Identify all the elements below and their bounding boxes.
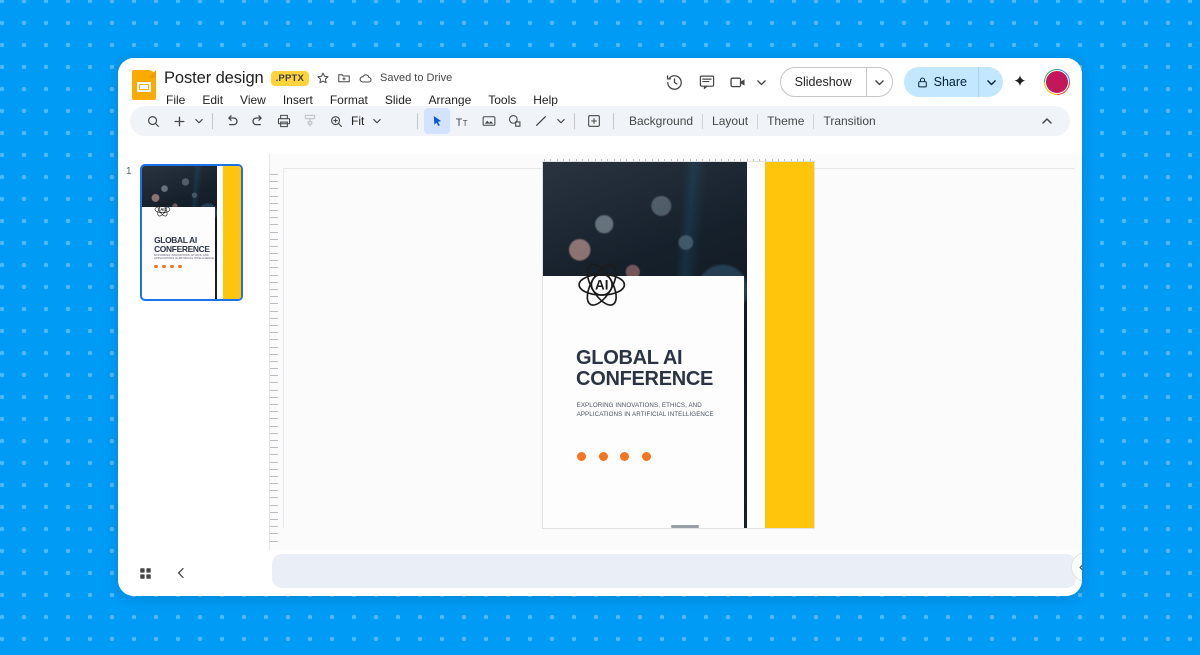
poster-dot	[154, 265, 158, 269]
slideshow-label: Slideshow	[794, 75, 852, 89]
zoom-icon[interactable]	[323, 108, 349, 134]
line-dropdown-caret[interactable]	[554, 108, 568, 134]
poster-dot	[162, 265, 166, 269]
meet-control	[724, 67, 770, 97]
workspace: 1 AI GLOBAL AI CONFERENCE EXPLORING INNO…	[118, 154, 1082, 596]
share-button[interactable]: Share	[903, 67, 1003, 97]
search-icon[interactable]	[140, 108, 166, 134]
video-camera-icon[interactable]	[724, 67, 754, 97]
filmstrip-row: 1 AI GLOBAL AI CONFERENCE EXPLORING INNO…	[118, 164, 270, 301]
poster-subtitle[interactable]: EXPLORING INNOVATIONS, ETHICS, AND APPLI…	[577, 402, 734, 418]
toolbar-divider	[212, 113, 213, 129]
share-dropdown-caret[interactable]	[978, 67, 1003, 97]
print-icon[interactable]	[271, 108, 297, 134]
zoom-dropdown-caret[interactable]	[370, 108, 384, 134]
poster-title-line2: CONFERENCE	[576, 368, 714, 391]
slide-canvas-area[interactable]: AI GLOBAL AI CONFERENCE EXPLORING INNOVA…	[270, 154, 1082, 550]
header-actions: Slideshow Share	[660, 67, 1070, 97]
cursor-select-icon[interactable]	[424, 108, 450, 134]
user-avatar[interactable]	[1044, 69, 1070, 95]
insert-image-icon[interactable]	[476, 108, 502, 134]
meet-dropdown-caret[interactable]	[754, 69, 770, 95]
undo-icon[interactable]	[219, 108, 245, 134]
poster-dot	[577, 451, 587, 461]
ai-atom-logo-icon-thumb: AI	[154, 201, 171, 218]
poster-yellow-bar[interactable]	[764, 162, 814, 528]
star-icon[interactable]	[316, 71, 330, 85]
poster-subtitle-line2: APPLICATIONS IN ARTIFICIAL INTELLIGENCE	[576, 410, 714, 418]
slide-number: 1	[126, 166, 132, 177]
active-slide[interactable]: AI GLOBAL AI CONFERENCE EXPLORING INNOVA…	[543, 162, 814, 528]
layout-button[interactable]: Layout	[703, 110, 757, 132]
slides-app-window: Poster design .PPTX Saved to Drive File …	[118, 58, 1082, 596]
poster-dot	[598, 451, 608, 461]
slide-filmstrip: 1 AI GLOBAL AI CONFERENCE EXPLORING INNO…	[118, 154, 270, 596]
poster-subtitle-line2-thumb: APPLICATIONS IN ARTIFICIAL INTELLIGENCE	[154, 257, 215, 261]
bottom-left-controls	[118, 562, 270, 584]
ai-atom-logo-icon[interactable]: AI	[576, 259, 627, 310]
bottom-bar	[118, 550, 1082, 596]
poster-title-line2-thumb: CONFERENCE	[154, 243, 210, 254]
grid-view-icon[interactable]	[134, 562, 156, 584]
format-badge: .PPTX	[270, 70, 310, 86]
poster-dots[interactable]	[577, 451, 651, 461]
background-button[interactable]: Background	[620, 110, 702, 132]
paint-format-icon[interactable]	[297, 108, 323, 134]
zoom-level-select[interactable]: Fit	[349, 108, 411, 134]
poster-dot	[178, 265, 182, 269]
app-header: Poster design .PPTX Saved to Drive File …	[118, 58, 1082, 107]
add-comment-icon[interactable]	[581, 108, 607, 134]
transition-button[interactable]: Transition	[814, 110, 884, 132]
ai-logo-text: AI	[595, 277, 608, 292]
poster-dot	[641, 451, 651, 461]
title-block: Poster design .PPTX Saved to Drive File …	[164, 66, 560, 110]
move-to-folder-icon[interactable]	[337, 71, 351, 85]
text-box-icon[interactable]: TT	[450, 108, 476, 134]
poster-title-thumb: GLOBAL AI CONFERENCE	[154, 235, 210, 254]
poster-artwork-thumb: AI GLOBAL AI CONFERENCE EXPLORING INNOVA…	[142, 166, 241, 299]
vertical-ruler	[270, 174, 281, 550]
save-status-text: Saved to Drive	[380, 72, 453, 84]
document-title[interactable]: Poster design	[164, 69, 264, 88]
toolbar-divider-4	[613, 113, 614, 129]
chevron-up-icon[interactable]	[1034, 108, 1060, 134]
notes-resize-handle[interactable]	[671, 525, 699, 528]
poster-subtitle-thumb: EXPLORING INNOVATIONS, ETHICS, AND APPLI…	[154, 254, 215, 261]
svg-text:T: T	[455, 116, 462, 128]
svg-text:AI: AI	[160, 207, 164, 212]
redo-icon[interactable]	[245, 108, 271, 134]
new-slide-plus-icon[interactable]	[166, 108, 192, 134]
poster-dots-thumb	[154, 265, 182, 269]
poster-dot	[170, 265, 174, 269]
title-row: Poster design .PPTX Saved to Drive	[164, 67, 560, 89]
main-toolbar: Fit TT Background Layout Theme Transitio…	[130, 106, 1070, 136]
share-label-wrap: Share	[904, 67, 978, 97]
poster-title-line1: GLOBAL AI	[576, 346, 683, 369]
speaker-notes-input[interactable]	[272, 554, 1076, 588]
slideshow-dropdown-caret[interactable]	[865, 68, 892, 96]
insert-shape-icon[interactable]	[502, 108, 528, 134]
poster-artwork: AI GLOBAL AI CONFERENCE EXPLORING INNOVA…	[543, 162, 814, 528]
gemini-sparkle-icon[interactable]	[1005, 67, 1035, 97]
slide-thumbnail-1[interactable]: AI GLOBAL AI CONFERENCE EXPLORING INNOVA…	[140, 164, 243, 301]
lock-icon	[917, 77, 927, 87]
poster-dot	[620, 451, 630, 461]
cloud-saved-icon	[358, 71, 373, 86]
theme-button[interactable]: Theme	[758, 110, 813, 132]
new-slide-dropdown-caret[interactable]	[192, 108, 206, 134]
comment-icon[interactable]	[692, 67, 722, 97]
slides-file-icon	[132, 70, 156, 100]
poster-subtitle-line1: EXPLORING INNOVATIONS, ETHICS, AND	[576, 402, 702, 410]
version-history-icon[interactable]	[660, 67, 690, 97]
poster-title[interactable]: GLOBAL AI CONFERENCE	[576, 346, 714, 391]
share-text: Share	[933, 75, 967, 89]
insert-line-icon[interactable]	[528, 108, 554, 134]
zoom-level-label: Fit	[351, 114, 365, 128]
toolbar-divider-2	[417, 113, 418, 129]
toolbar-divider-3	[574, 113, 575, 129]
chevron-left-icon[interactable]	[170, 562, 192, 584]
svg-text:T: T	[462, 118, 467, 127]
poster-yellow-bar-thumb	[223, 166, 241, 299]
slideshow-button[interactable]: Slideshow	[779, 67, 893, 97]
